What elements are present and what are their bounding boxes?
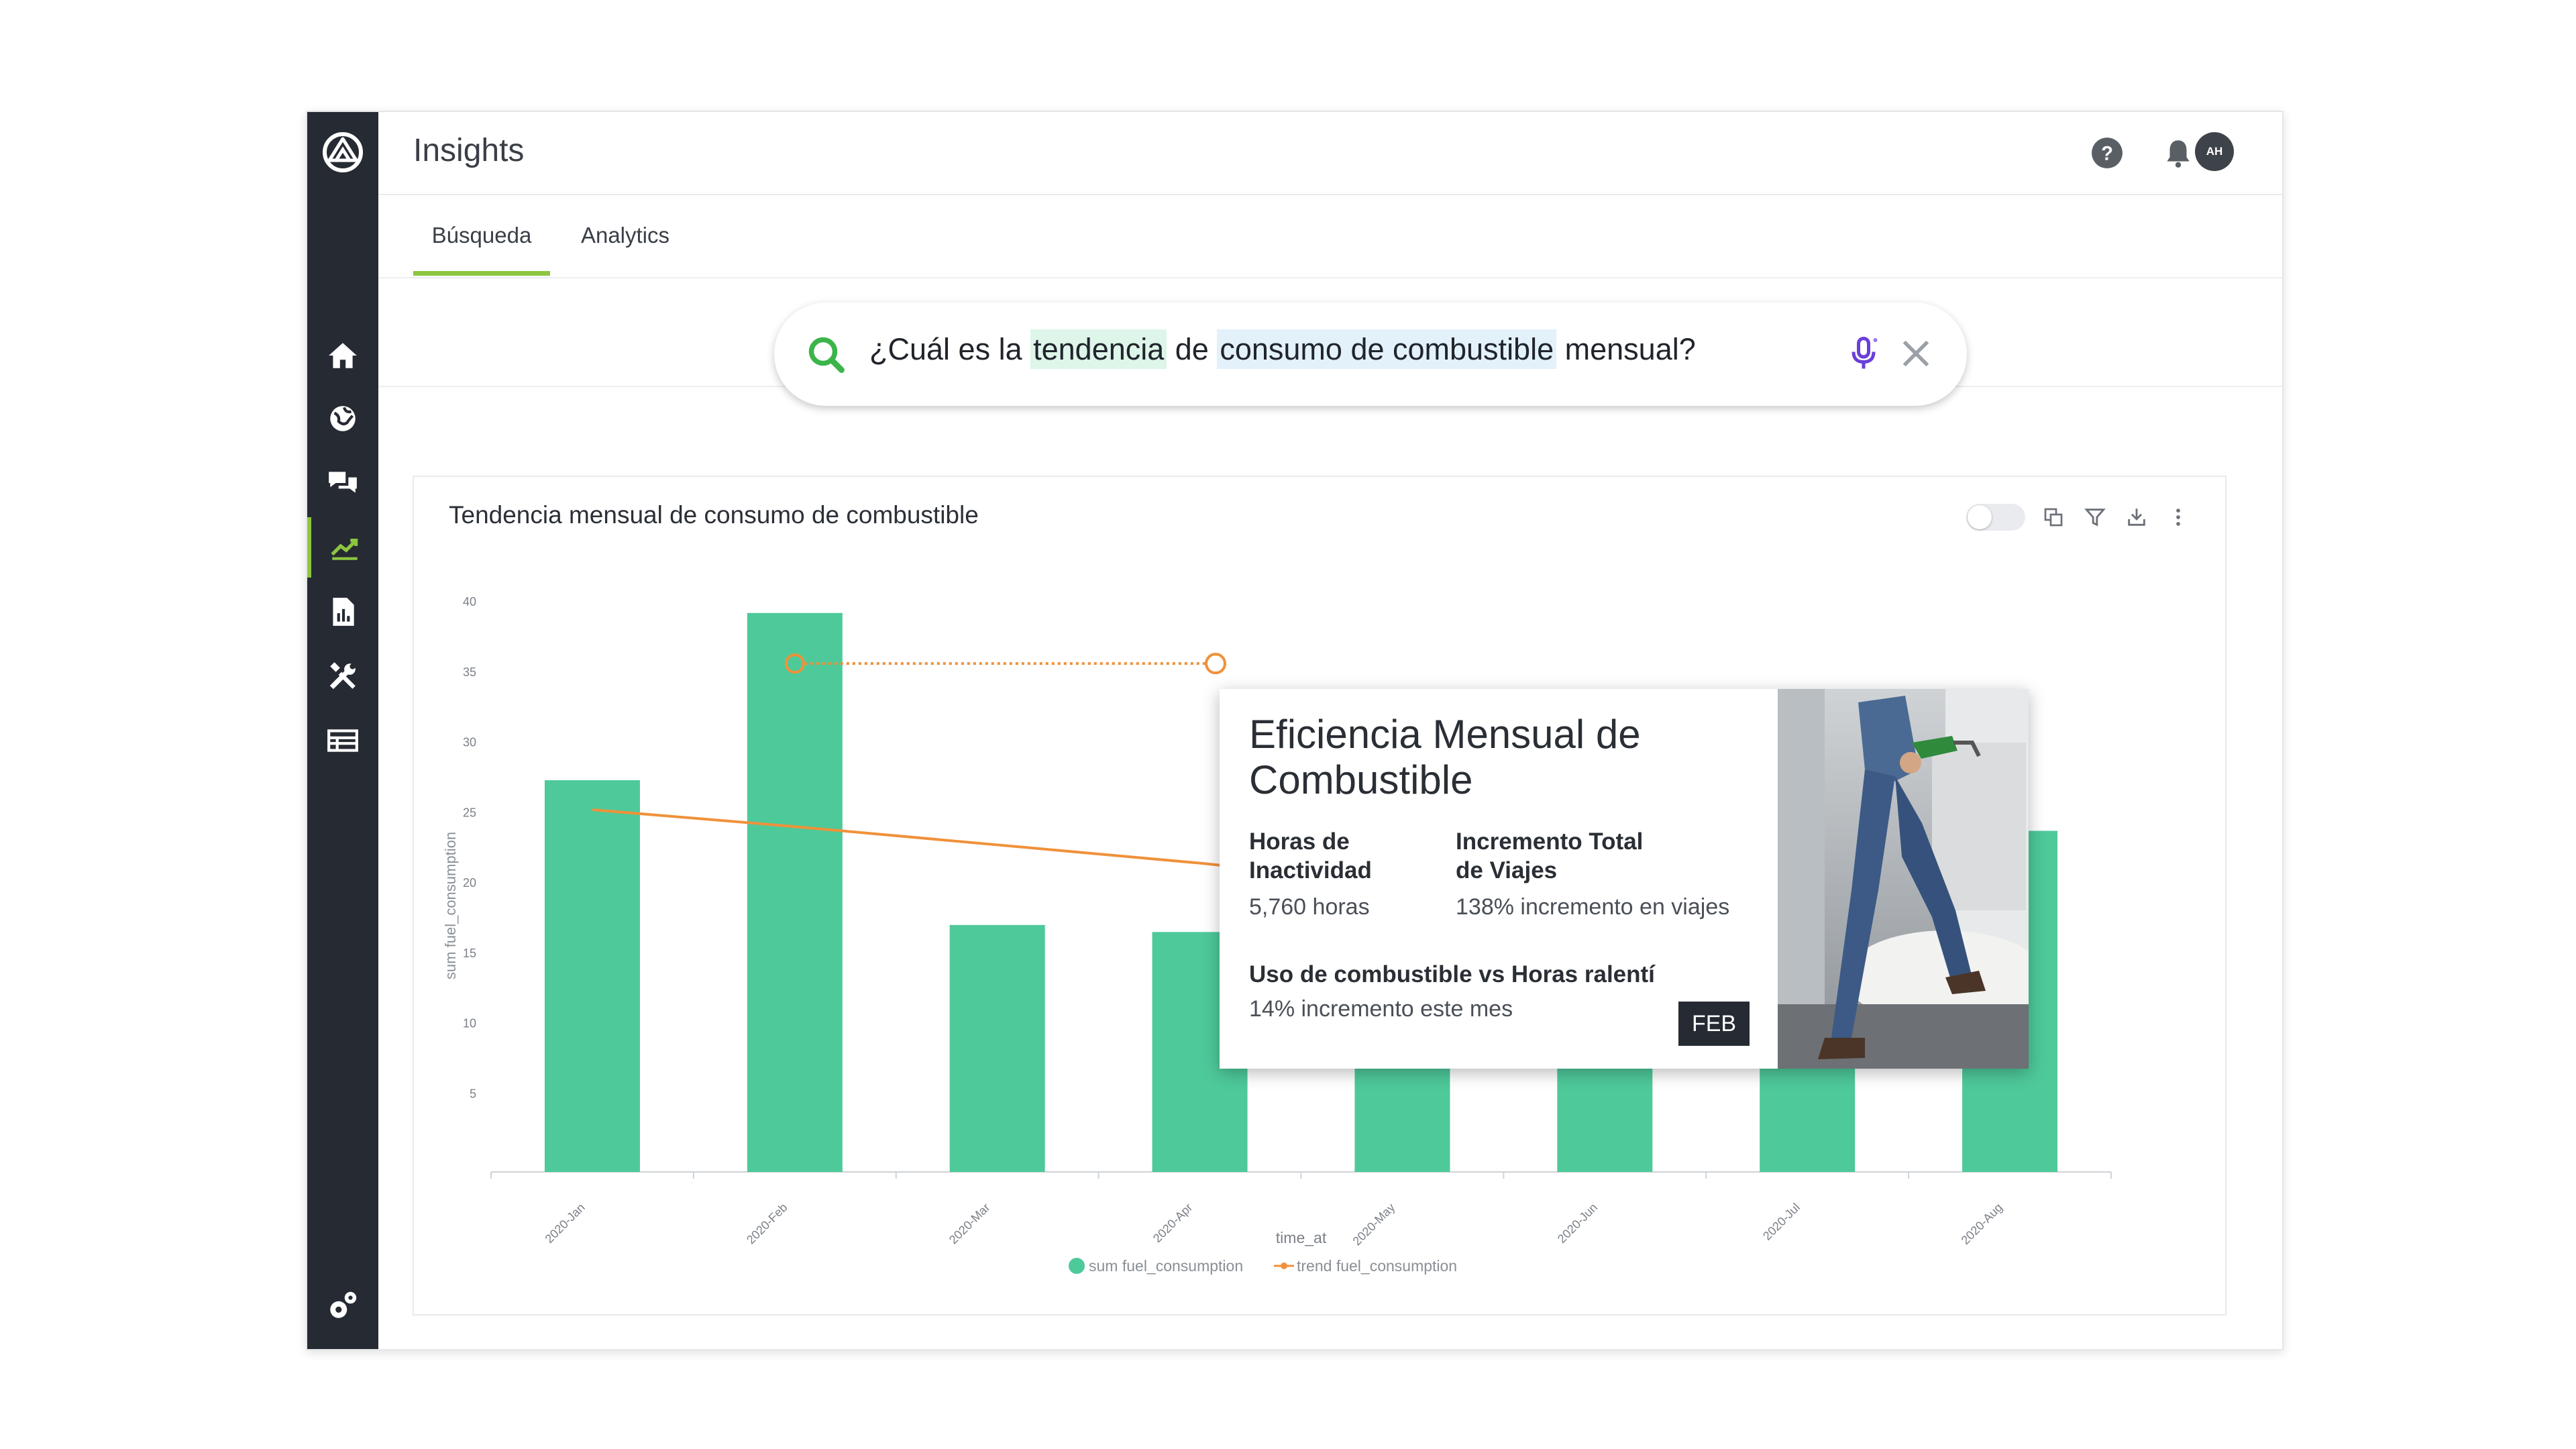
avatar[interactable]: AH [2195,132,2234,171]
help-icon: ? [2092,138,2123,168]
trips-increase-label: Incremento Total de Viajes [1456,828,1644,883]
x-tick-label: 2020-Jul [1760,1201,1803,1243]
y-tick-label: 25 [463,806,476,819]
query-token-trend: tendencia [1030,329,1167,369]
sidebar-item-insights[interactable] [307,517,378,578]
chat-icon [329,472,357,493]
sidebar-item-map[interactable] [307,388,378,449]
sidebar [307,112,378,1349]
x-axis-label: time_at [1276,1229,1327,1246]
globe-icon [330,406,356,431]
tools-icon [329,662,356,690]
help-button[interactable]: ? [2090,136,2124,170]
month-badge: FEB [1678,1002,1750,1046]
sidebar-item-messages[interactable] [307,453,378,513]
tab-bar: Búsqueda Analytics [378,195,2282,278]
search-input[interactable]: ¿Cuál es la tendencia de consumo de comb… [774,303,1967,406]
y-tick-label: 40 [463,595,476,608]
idle-hours-label: Horas de Inactividad [1249,828,1372,883]
chart-bar [949,924,1045,1172]
microphone-icon[interactable] [1843,333,1884,374]
x-tick-label: 2020-Jan [543,1201,588,1246]
query-text: de [1167,332,1218,366]
x-tick-label: 2020-Apr [1150,1201,1195,1246]
search-query[interactable]: ¿Cuál es la tendencia de consumo de comb… [869,329,1696,369]
x-tick-label: 2020-Feb [744,1201,790,1247]
notifications-button[interactable] [2161,136,2195,170]
legend-marker-trend-dot [1281,1263,1287,1269]
chart-bar [544,780,640,1172]
sidebar-item-list[interactable] [307,710,378,771]
x-tick-label: 2020-May [1350,1201,1398,1248]
y-tick-label: 15 [463,947,476,960]
query-text: mensual? [1556,332,1696,366]
fuel-vs-idle-label: Uso de combustible vs Horas ralentí [1249,961,1655,987]
x-tick-label: 2020-Aug [1959,1201,2005,1247]
svg-text:?: ? [2101,143,2113,164]
y-tick-label: 30 [463,736,476,749]
x-tick-label: 2020-Mar [947,1201,993,1247]
popup-title: Eficiencia Mensual de Combustible [1249,712,1641,802]
legend-marker-bar [1069,1258,1085,1274]
query-text: ¿Cuál es la [869,332,1031,366]
sidebar-item-settings[interactable] [307,1275,378,1336]
top-header: Insights ? AH [378,112,2282,195]
fueling-photo [1778,689,2029,1069]
bell-icon [2167,140,2190,168]
tab-analytics[interactable]: Analytics [573,195,678,276]
y-axis-label: sum fuel_consumption [442,832,459,979]
insight-popup: Eficiencia Mensual de Combustible Horas … [1220,689,2029,1069]
query-token-fuel: consumo de combustible [1217,329,1557,369]
page-title: Insights [413,133,525,168]
tab-busqueda[interactable]: Búsqueda [413,195,550,276]
trips-increase-value: 138% incremento en viajes [1456,894,1730,920]
idle-hours-value: 5,760 horas [1249,894,1370,920]
sidebar-item-reports[interactable] [307,582,378,642]
logo-icon[interactable] [321,131,364,174]
y-tick-label: 10 [463,1017,476,1030]
callout-end [1205,653,1226,675]
y-tick-label: 20 [463,876,476,890]
search-area: ¿Cuál es la tendencia de consumo de comb… [378,278,2282,406]
chart-bar [747,612,843,1172]
list-icon [327,729,358,752]
fuel-vs-idle-value: 14% incremento este mes [1249,996,1513,1022]
legend-label-bar: sum fuel_consumption [1089,1257,1243,1275]
y-tick-label: 5 [470,1087,476,1100]
legend-label-trend: trend fuel_consumption [1297,1257,1457,1275]
sidebar-item-maintenance[interactable] [307,646,378,706]
x-tick-label: 2020-Jun [1555,1201,1600,1246]
y-tick-label: 35 [463,665,476,679]
home-icon [329,343,357,368]
trend-icon [331,538,358,560]
close-icon[interactable] [1898,336,1933,371]
search-icon [808,337,845,373]
report-icon [333,598,354,626]
sidebar-item-home[interactable] [307,325,378,386]
settings-icon [330,1291,357,1318]
app-window: Insights ? AH Búsqueda Analytics ¿Cuál e… [306,111,2284,1350]
